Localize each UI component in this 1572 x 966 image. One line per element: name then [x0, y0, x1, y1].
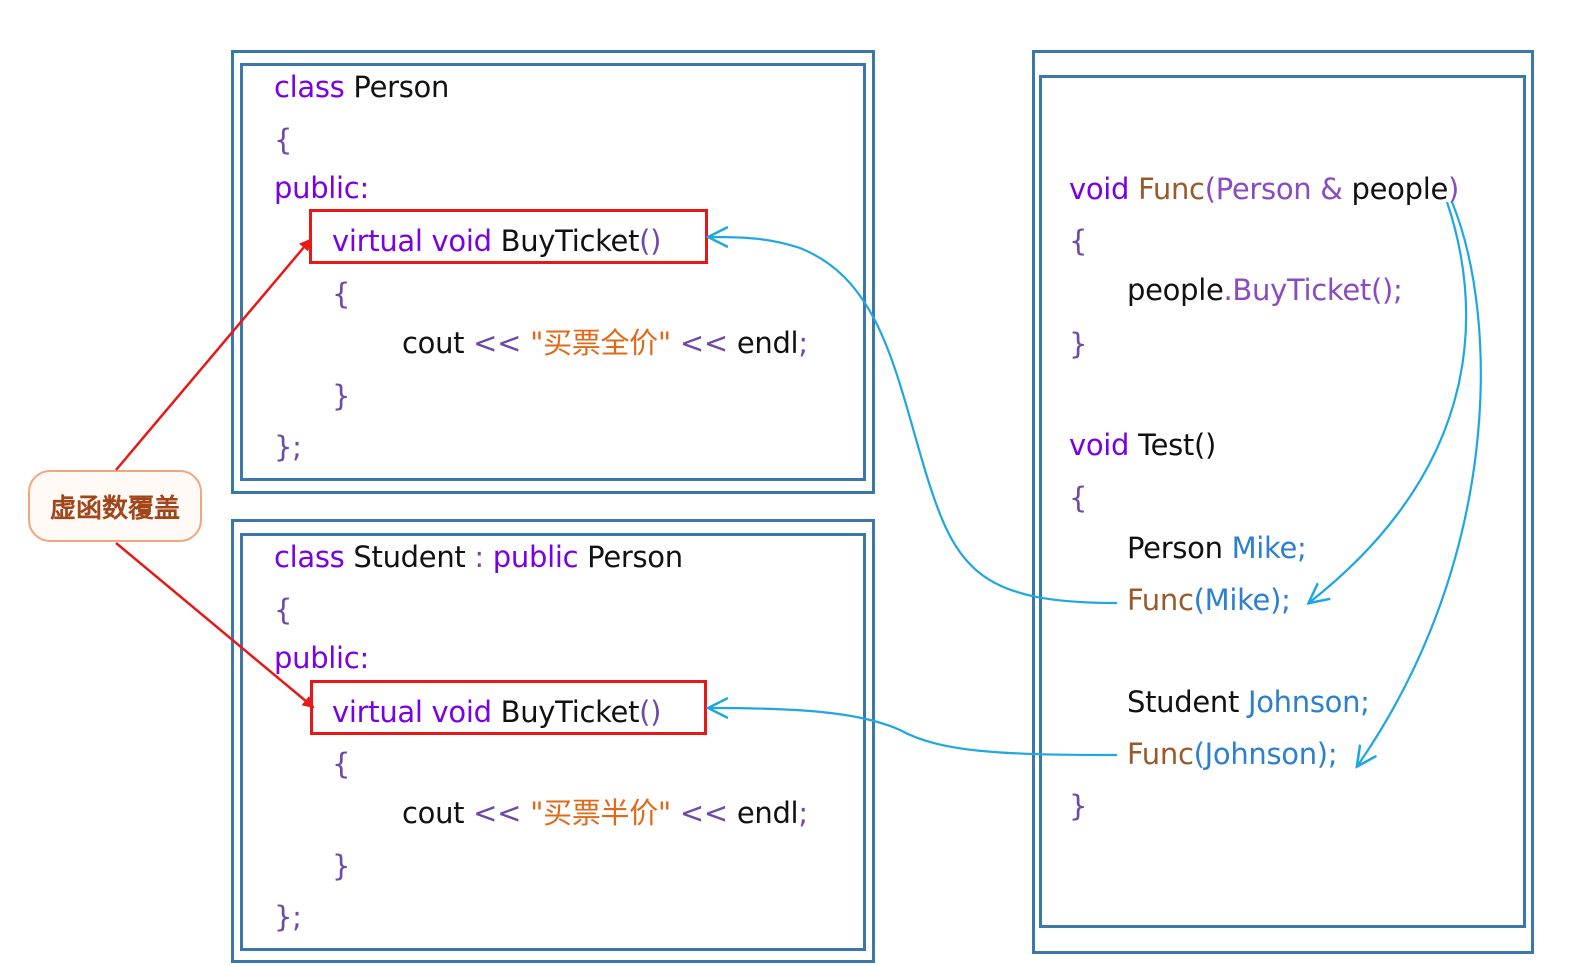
red-arrow-to-student-method	[115, 542, 315, 709]
blue-arrow-people-to-mike	[1310, 201, 1468, 602]
arrow-layer	[115, 201, 1482, 966]
blue-arrow-johnson-to-student	[710, 708, 1118, 757]
blue-arrow-mike-to-person	[710, 237, 1118, 605]
red-arrow-to-person-method	[115, 238, 312, 471]
